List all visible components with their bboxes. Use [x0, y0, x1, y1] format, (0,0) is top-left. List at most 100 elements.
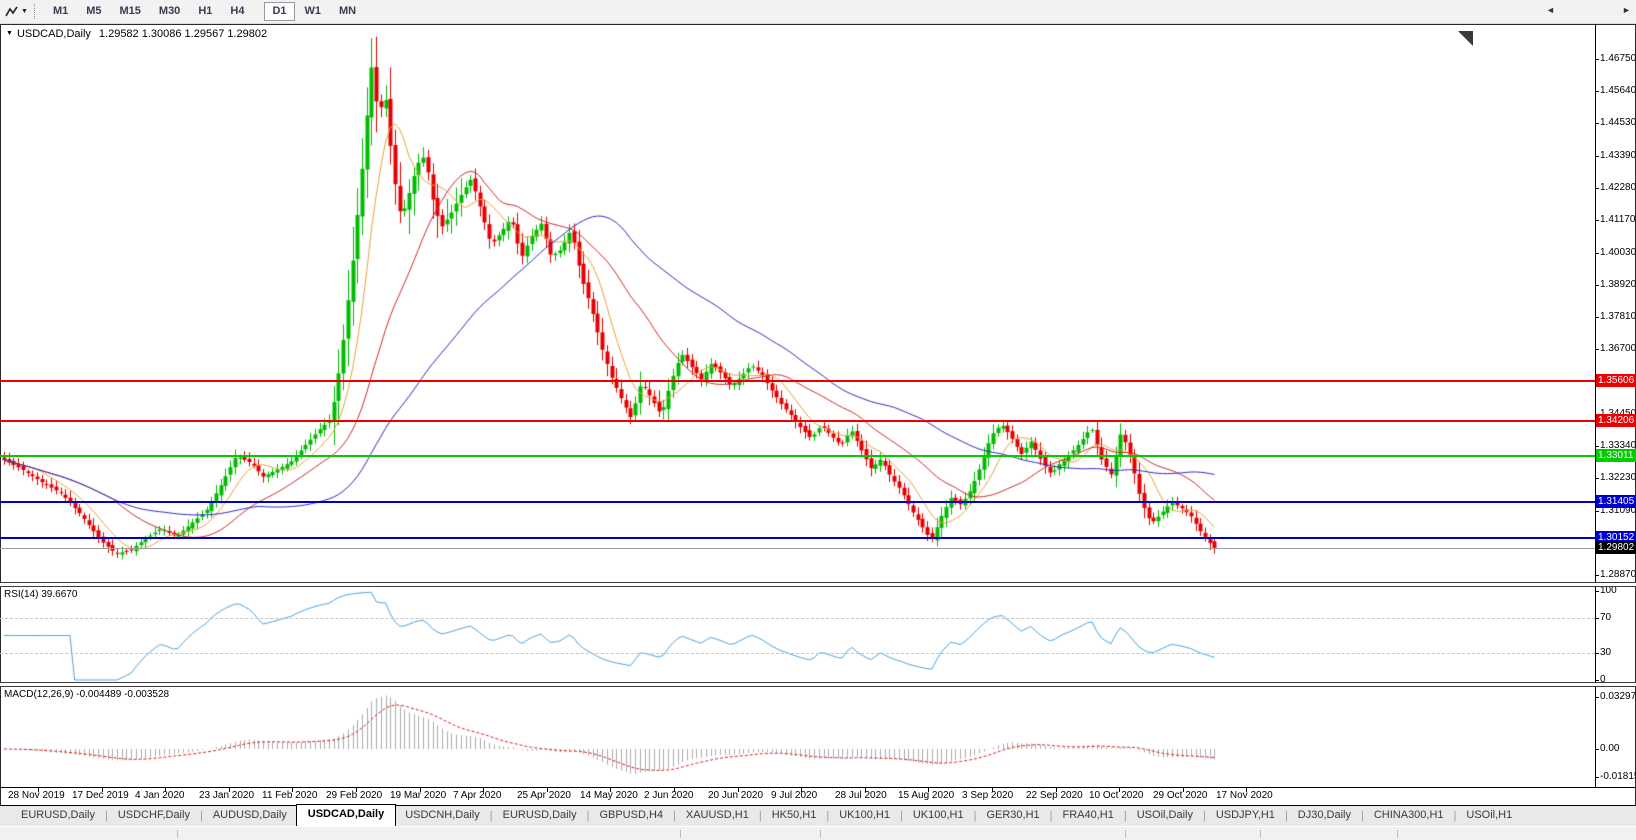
- date-tick: [420, 788, 421, 792]
- chart-cursor-icon[interactable]: [4, 5, 19, 19]
- tab-usdchf-daily[interactable]: USDCHF,Daily: [109, 806, 199, 826]
- tab-scroll-right-icon[interactable]: ►: [1622, 5, 1631, 15]
- panel-separator[interactable]: [0, 582, 1636, 587]
- date-label: 15 Aug 2020: [898, 790, 955, 801]
- tab-xauusd-h1[interactable]: XAUUSD,H1: [677, 806, 758, 826]
- symbol-dropdown-icon[interactable]: ▼: [6, 30, 13, 37]
- date-label: 29 Feb 2020: [326, 790, 383, 801]
- timeframe-m30[interactable]: M30: [151, 2, 188, 21]
- timeframe-d1[interactable]: D1: [264, 2, 295, 21]
- timeframe-m1[interactable]: M1: [45, 2, 76, 21]
- tab-eurusd-daily[interactable]: EURUSD,Daily: [494, 806, 586, 826]
- date-label: 29 Oct 2020: [1153, 790, 1208, 801]
- date-tick: [992, 788, 993, 792]
- macd-tick-label: -0.018154: [1600, 771, 1636, 782]
- rsi-tick: [1595, 653, 1599, 654]
- timeframe-m5[interactable]: M5: [78, 2, 109, 21]
- rsi-indicator-label: RSI(14) 39.6670: [4, 589, 78, 600]
- tab-usoil-daily[interactable]: USOil,Daily: [1128, 806, 1202, 826]
- date-label: 22 Sep 2020: [1026, 790, 1083, 801]
- price-tick-label: 1.38920: [1600, 279, 1636, 290]
- macd-tick-label: 0.032972: [1600, 691, 1636, 702]
- status-divider: [1397, 830, 1398, 838]
- tab-dj30-daily[interactable]: DJ30,Daily: [1289, 806, 1360, 826]
- status-divider: [1260, 830, 1261, 838]
- tab-usdcnh-daily[interactable]: USDCNH,Daily: [396, 806, 489, 826]
- horizontal-level-line[interactable]: [0, 537, 1595, 539]
- rsi-tick: [1595, 591, 1599, 592]
- chart-title: ▼ USDCAD,Daily 1.29582 1.30086 1.29567 1.2…: [6, 28, 272, 40]
- date-tick: [1246, 788, 1247, 792]
- horizontal-level-line[interactable]: [0, 548, 1595, 549]
- tab-scroll-left-icon[interactable]: ◄: [1546, 5, 1555, 15]
- price-tick: [1595, 511, 1599, 512]
- tab-usdcad-daily[interactable]: USDCAD,Daily: [295, 804, 397, 826]
- macd-panel-canvas[interactable]: [1, 687, 1595, 787]
- price-tick: [1595, 91, 1599, 92]
- date-label: 23 Jan 2020: [199, 790, 255, 801]
- price-tick: [1595, 285, 1599, 286]
- price-level-badge: 1.31405: [1596, 495, 1636, 508]
- price-tick-label: 1.28870: [1600, 569, 1636, 580]
- date-label: 7 Apr 2020: [453, 790, 502, 801]
- tab-eurusd-daily[interactable]: EURUSD,Daily: [12, 806, 104, 826]
- status-divider: [1125, 830, 1126, 838]
- horizontal-level-line[interactable]: [0, 501, 1595, 503]
- date-label: 14 May 2020: [580, 790, 638, 801]
- date-tick: [483, 788, 484, 792]
- macd-tick: [1595, 749, 1599, 750]
- price-axis-line[interactable]: [1595, 24, 1596, 787]
- date-label: 17 Dec 2019: [72, 790, 129, 801]
- tab-china300-h1[interactable]: CHINA300,H1: [1365, 806, 1453, 826]
- tab-hk50-h1[interactable]: HK50,H1: [763, 806, 826, 826]
- price-tick: [1595, 575, 1599, 576]
- tab-audusd-daily[interactable]: AUDUSD,Daily: [204, 806, 296, 826]
- rsi-tick-label: 30: [1600, 647, 1612, 658]
- date-tick: [1056, 788, 1057, 792]
- date-label: 25 Apr 2020: [517, 790, 571, 801]
- price-tick: [1595, 349, 1599, 350]
- time-axis-line[interactable]: [0, 787, 1636, 788]
- rsi-panel-canvas[interactable]: [1, 587, 1595, 683]
- price-tick: [1595, 317, 1599, 318]
- main-chart-canvas[interactable]: [1, 25, 1595, 583]
- price-tick-label: 1.45640: [1600, 85, 1636, 96]
- dropdown-caret-icon[interactable]: ▼: [21, 8, 28, 15]
- tab-uk100-h1[interactable]: UK100,H1: [904, 806, 973, 826]
- date-tick: [102, 788, 103, 792]
- status-divider: [177, 830, 178, 838]
- horizontal-level-line[interactable]: [0, 420, 1595, 422]
- timeframe-h4[interactable]: H4: [222, 2, 252, 21]
- chart-shift-marker-icon[interactable]: [1458, 31, 1473, 46]
- date-label: 17 Nov 2020: [1216, 790, 1273, 801]
- horizontal-level-line[interactable]: [0, 455, 1595, 457]
- date-label: 9 Jul 2020: [771, 790, 818, 801]
- macd-tick-label: 0.00: [1600, 743, 1620, 754]
- toolbar-grip: [33, 4, 38, 19]
- price-tick: [1595, 253, 1599, 254]
- tab-uk100-h1[interactable]: UK100,H1: [830, 806, 899, 826]
- macd-indicator-label: MACD(12,26,9) -0.004489 -0.003528: [4, 689, 170, 700]
- panel-separator[interactable]: [0, 682, 1636, 687]
- date-tick: [165, 788, 166, 792]
- timeframe-w1[interactable]: W1: [297, 2, 330, 21]
- date-tick: [229, 788, 230, 792]
- date-tick: [38, 788, 39, 792]
- timeframe-h1[interactable]: H1: [190, 2, 220, 21]
- chart-tabs-bar: EURUSD,Daily | USDCHF,Daily | AUDUSD,Daily US…: [0, 804, 1636, 826]
- tab-gbpusd-h4[interactable]: GBPUSD,H4: [590, 806, 672, 826]
- tab-usdjpy-h1[interactable]: USDJPY,H1: [1207, 806, 1284, 826]
- date-tick: [1183, 788, 1184, 792]
- date-tick: [928, 788, 929, 792]
- price-level-badge: 1.33011: [1596, 449, 1636, 462]
- tab-usoil-h1[interactable]: USOil,H1: [1457, 806, 1521, 826]
- tab-fra40-h1[interactable]: FRA40,H1: [1054, 806, 1123, 826]
- horizontal-level-line[interactable]: [0, 380, 1595, 382]
- price-tick: [1595, 156, 1599, 157]
- tab-ger30-h1[interactable]: GER30,H1: [977, 806, 1048, 826]
- price-tick-label: 1.42280: [1600, 182, 1636, 193]
- timeframe-mn[interactable]: MN: [331, 2, 364, 21]
- date-label: 10 Oct 2020: [1089, 790, 1144, 801]
- timeframe-m15[interactable]: M15: [112, 2, 149, 21]
- macd-tick: [1595, 777, 1599, 778]
